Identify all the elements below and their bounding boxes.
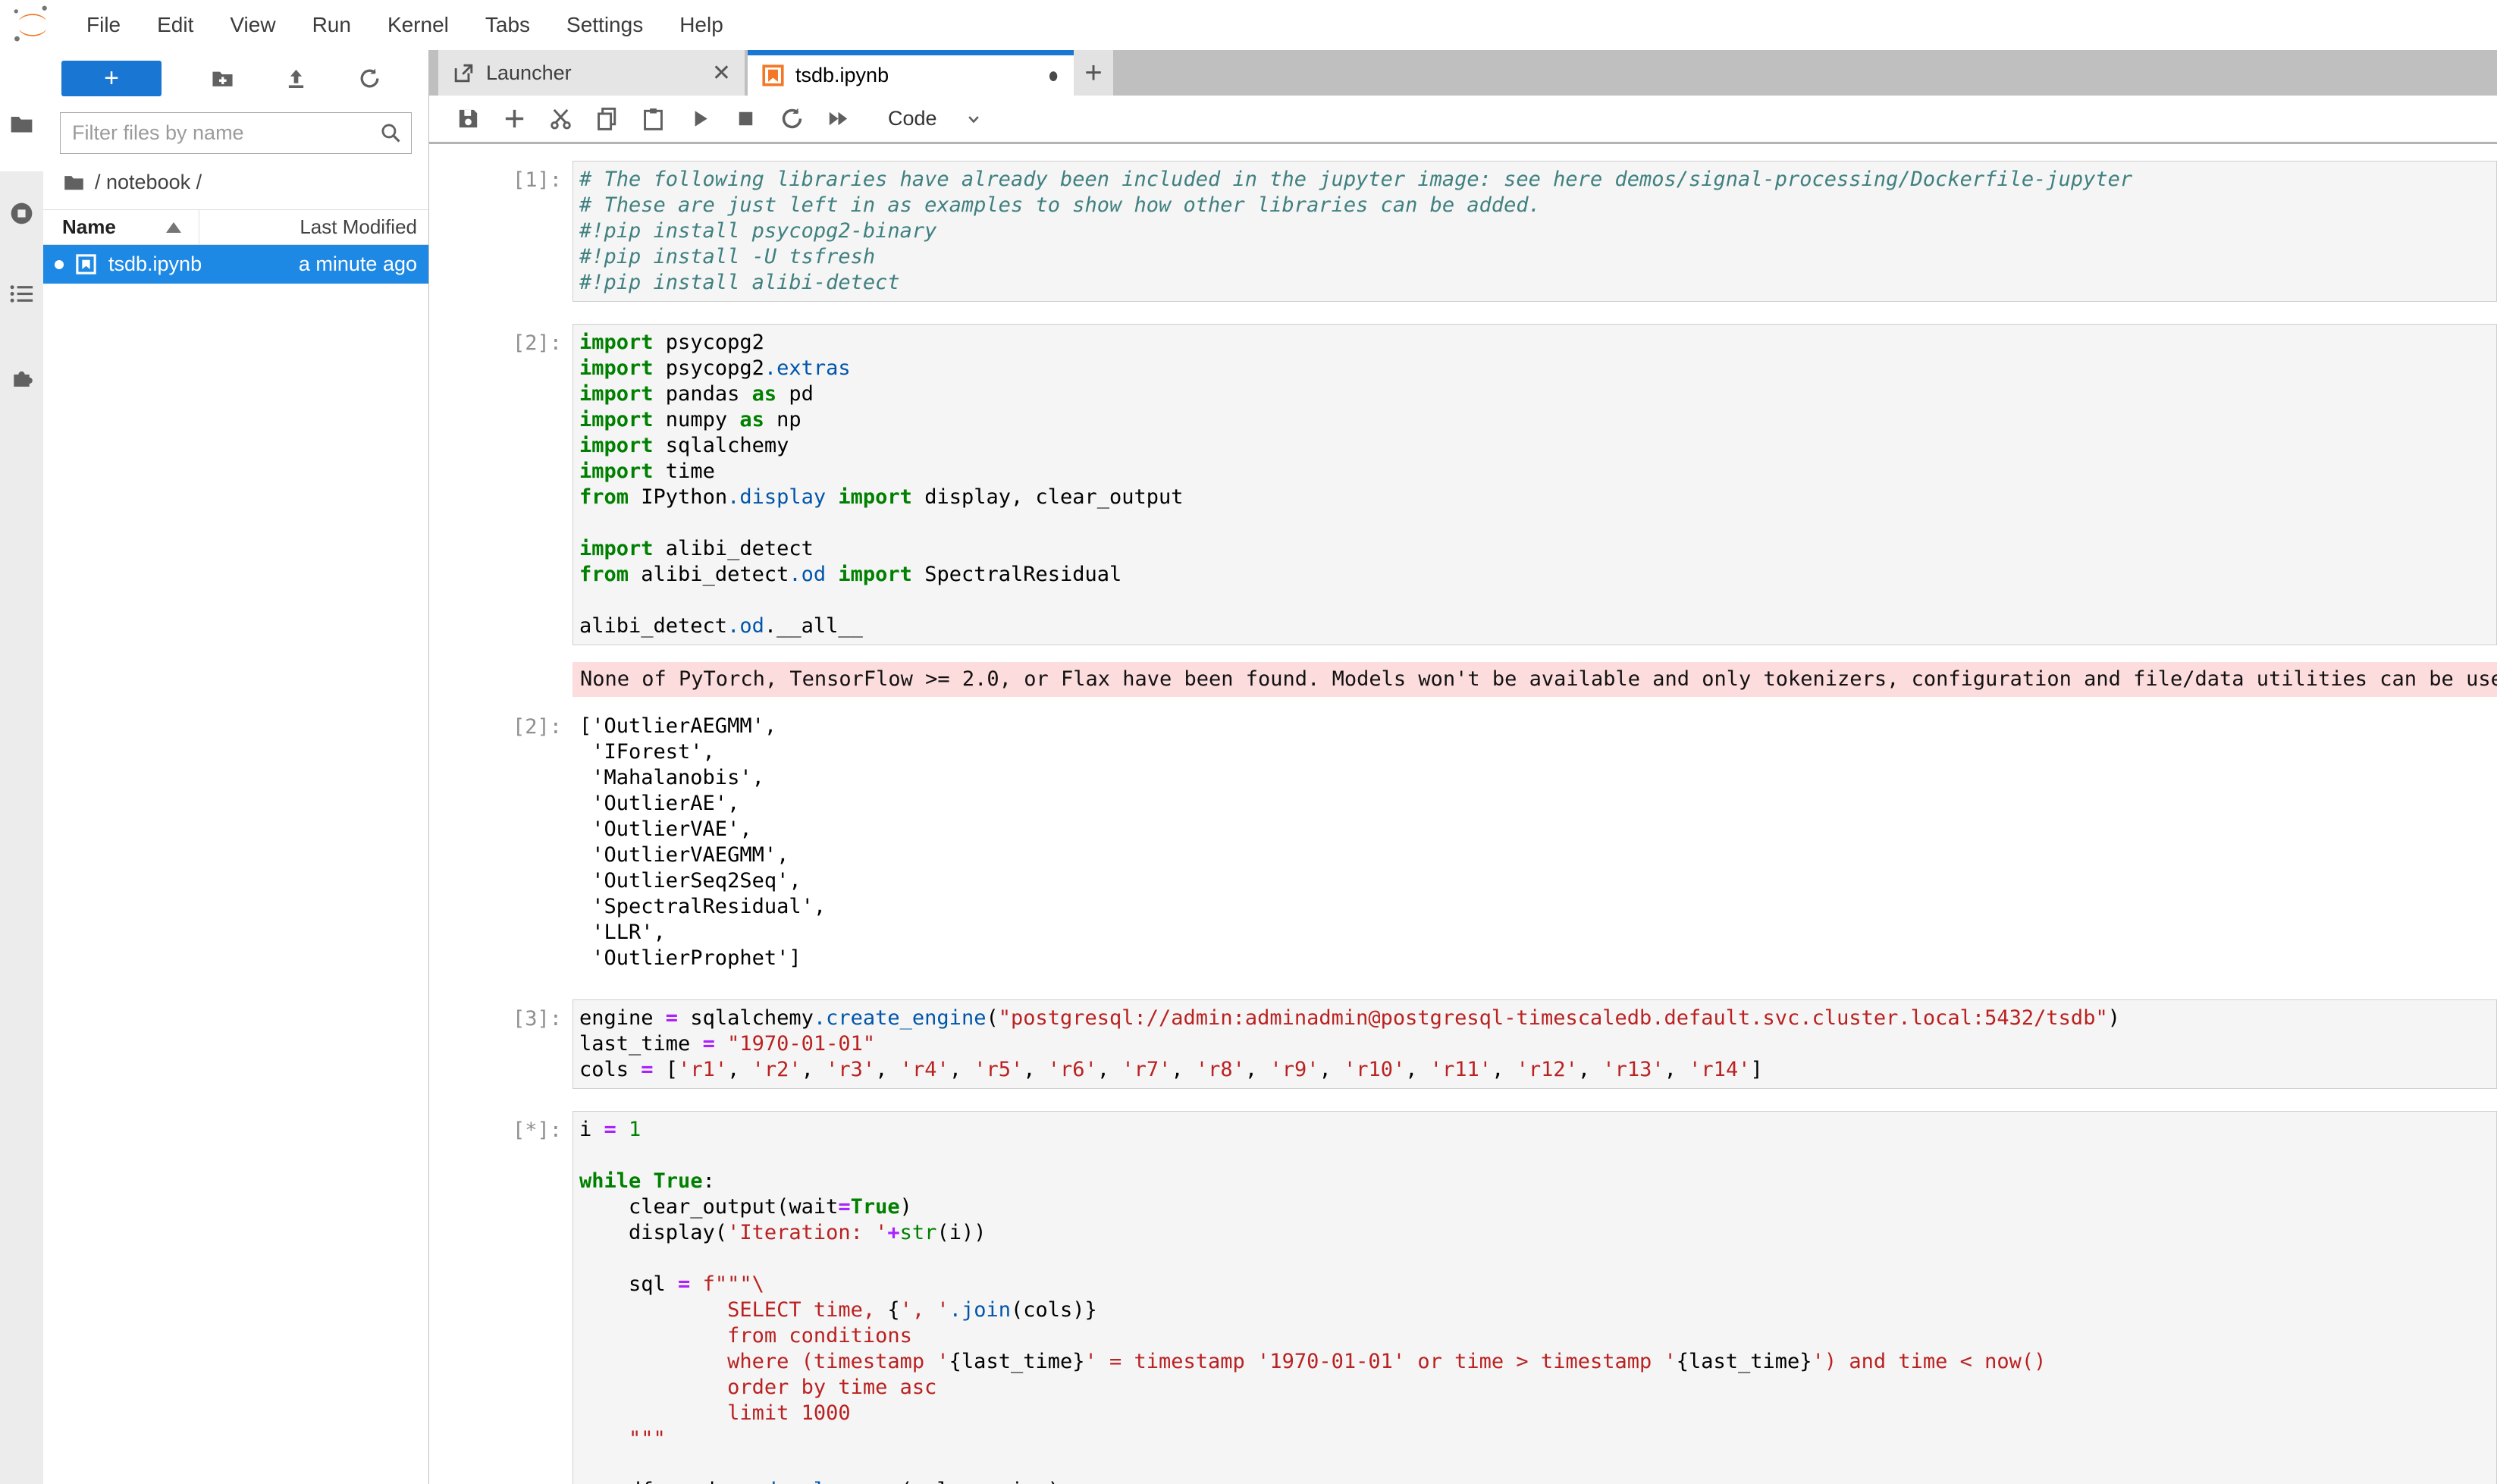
run-icon[interactable] bbox=[686, 105, 713, 132]
stop-icon[interactable] bbox=[732, 105, 759, 132]
cell-code-editor[interactable]: i = 1 while True: clear_output(wait=True… bbox=[572, 1111, 2497, 1484]
cell-code-editor[interactable]: import psycopg2 import psycopg2.extras i… bbox=[572, 324, 2497, 645]
kernel-running-dot bbox=[55, 260, 64, 269]
activity-bar bbox=[0, 50, 43, 1484]
tab-launcher[interactable]: Launcher ✕ bbox=[438, 50, 745, 96]
insert-cell-icon[interactable] bbox=[501, 105, 528, 132]
stderr-output: None of PyTorch, TensorFlow >= 2.0, or F… bbox=[572, 662, 2497, 697]
cell-type-dropdown[interactable]: Code bbox=[888, 107, 984, 130]
tab-tsdb-notebook[interactable]: tsdb.ipynb ● bbox=[748, 50, 1074, 96]
menu-run[interactable]: Run bbox=[294, 0, 369, 50]
launcher-icon bbox=[452, 61, 475, 85]
file-browser-panel: + / not bbox=[43, 50, 429, 1484]
menu-help[interactable]: Help bbox=[661, 0, 742, 50]
cell-prompt: [2]: bbox=[429, 324, 572, 645]
running-icon[interactable] bbox=[8, 200, 35, 227]
menu-view[interactable]: View bbox=[212, 0, 293, 50]
jupyter-logo bbox=[11, 3, 55, 47]
menu-bar: File Edit View Run Kernel Tabs Settings … bbox=[0, 0, 2497, 50]
search-icon bbox=[379, 121, 403, 145]
breadcrumb[interactable]: / notebook / bbox=[62, 171, 412, 194]
dock-tab-bar: Launcher ✕ tsdb.ipynb ● + bbox=[429, 50, 2497, 96]
code-cell: [*]:i = 1 while True: clear_output(wait=… bbox=[429, 1111, 2497, 1484]
file-modified: a minute ago bbox=[243, 253, 428, 276]
list-icon[interactable] bbox=[8, 281, 35, 307]
cell-code-editor[interactable]: # The following libraries have already b… bbox=[572, 161, 2497, 302]
menu-file[interactable]: File bbox=[68, 0, 139, 50]
cell-list: [1]:# The following libraries have alrea… bbox=[429, 144, 2497, 1484]
cell-prompt: [1]: bbox=[429, 161, 572, 302]
restart-run-all-icon[interactable] bbox=[825, 105, 852, 132]
refresh-icon[interactable] bbox=[357, 66, 382, 91]
cell-code-editor[interactable]: engine = sqlalchemy.create_engine("postg… bbox=[572, 999, 2497, 1089]
code-cell: [2]:import psycopg2 import psycopg2.extr… bbox=[429, 324, 2497, 977]
sort-ascending-icon bbox=[166, 222, 181, 233]
notebook-file-icon bbox=[74, 253, 98, 276]
menu-settings[interactable]: Settings bbox=[548, 0, 661, 50]
last-modified-column-header[interactable]: Last Modified bbox=[199, 210, 428, 244]
menu-kernel[interactable]: Kernel bbox=[369, 0, 467, 50]
chevron-down-icon bbox=[963, 108, 984, 130]
restart-icon[interactable] bbox=[779, 105, 805, 132]
filter-files-input[interactable] bbox=[60, 112, 412, 154]
cell-prompt: [*]: bbox=[429, 1111, 572, 1484]
paste-icon[interactable] bbox=[640, 105, 667, 132]
cell-input-area: [2]:import psycopg2 import psycopg2.extr… bbox=[429, 324, 2497, 645]
code-cell: [1]:# The following libraries have alrea… bbox=[429, 161, 2497, 302]
menu-edit[interactable]: Edit bbox=[139, 0, 212, 50]
tab-label: Launcher bbox=[486, 61, 712, 85]
upload-icon[interactable] bbox=[284, 66, 309, 91]
cell-prompt: [2]: bbox=[429, 707, 572, 977]
cell-prompt: [3]: bbox=[429, 999, 572, 1089]
file-listing-header: Name Last Modified bbox=[43, 209, 428, 245]
tab-label: tsdb.ipynb bbox=[795, 64, 1046, 87]
home-folder-icon[interactable] bbox=[62, 171, 86, 194]
cell-input-area: [*]:i = 1 while True: clear_output(wait=… bbox=[429, 1111, 2497, 1484]
cell-input-area: [3]:engine = sqlalchemy.create_engine("p… bbox=[429, 999, 2497, 1089]
new-tab-button[interactable]: + bbox=[1074, 50, 1113, 96]
save-icon[interactable] bbox=[455, 105, 482, 132]
menu-tabs[interactable]: Tabs bbox=[467, 0, 548, 50]
puzzle-icon[interactable] bbox=[8, 364, 35, 391]
unsaved-dot-icon: ● bbox=[1048, 63, 1059, 89]
new-folder-icon[interactable] bbox=[210, 66, 235, 91]
close-icon[interactable]: ✕ bbox=[712, 60, 731, 86]
folder-icon[interactable] bbox=[8, 111, 35, 137]
copy-icon[interactable] bbox=[594, 105, 620, 132]
notebook-icon bbox=[761, 64, 785, 87]
cut-icon[interactable] bbox=[547, 105, 574, 132]
execute-result: [2]:['OutlierAEGMM', 'IForest', 'Mahalan… bbox=[429, 707, 2497, 977]
code-cell: [3]:engine = sqlalchemy.create_engine("p… bbox=[429, 999, 2497, 1089]
file-row-tsdb[interactable]: tsdb.ipynb a minute ago bbox=[43, 245, 428, 284]
file-name: tsdb.ipynb bbox=[108, 253, 243, 276]
name-column-header[interactable]: Name bbox=[43, 215, 199, 239]
breadcrumb-path: / notebook / bbox=[95, 171, 202, 194]
notebook-toolbar: Code bbox=[429, 96, 2497, 144]
new-launcher-button[interactable]: + bbox=[61, 61, 162, 96]
cell-type-value: Code bbox=[888, 107, 937, 130]
cell-input-area: [1]:# The following libraries have alrea… bbox=[429, 161, 2497, 302]
cell-output-text: ['OutlierAEGMM', 'IForest', 'Mahalanobis… bbox=[572, 707, 2497, 977]
